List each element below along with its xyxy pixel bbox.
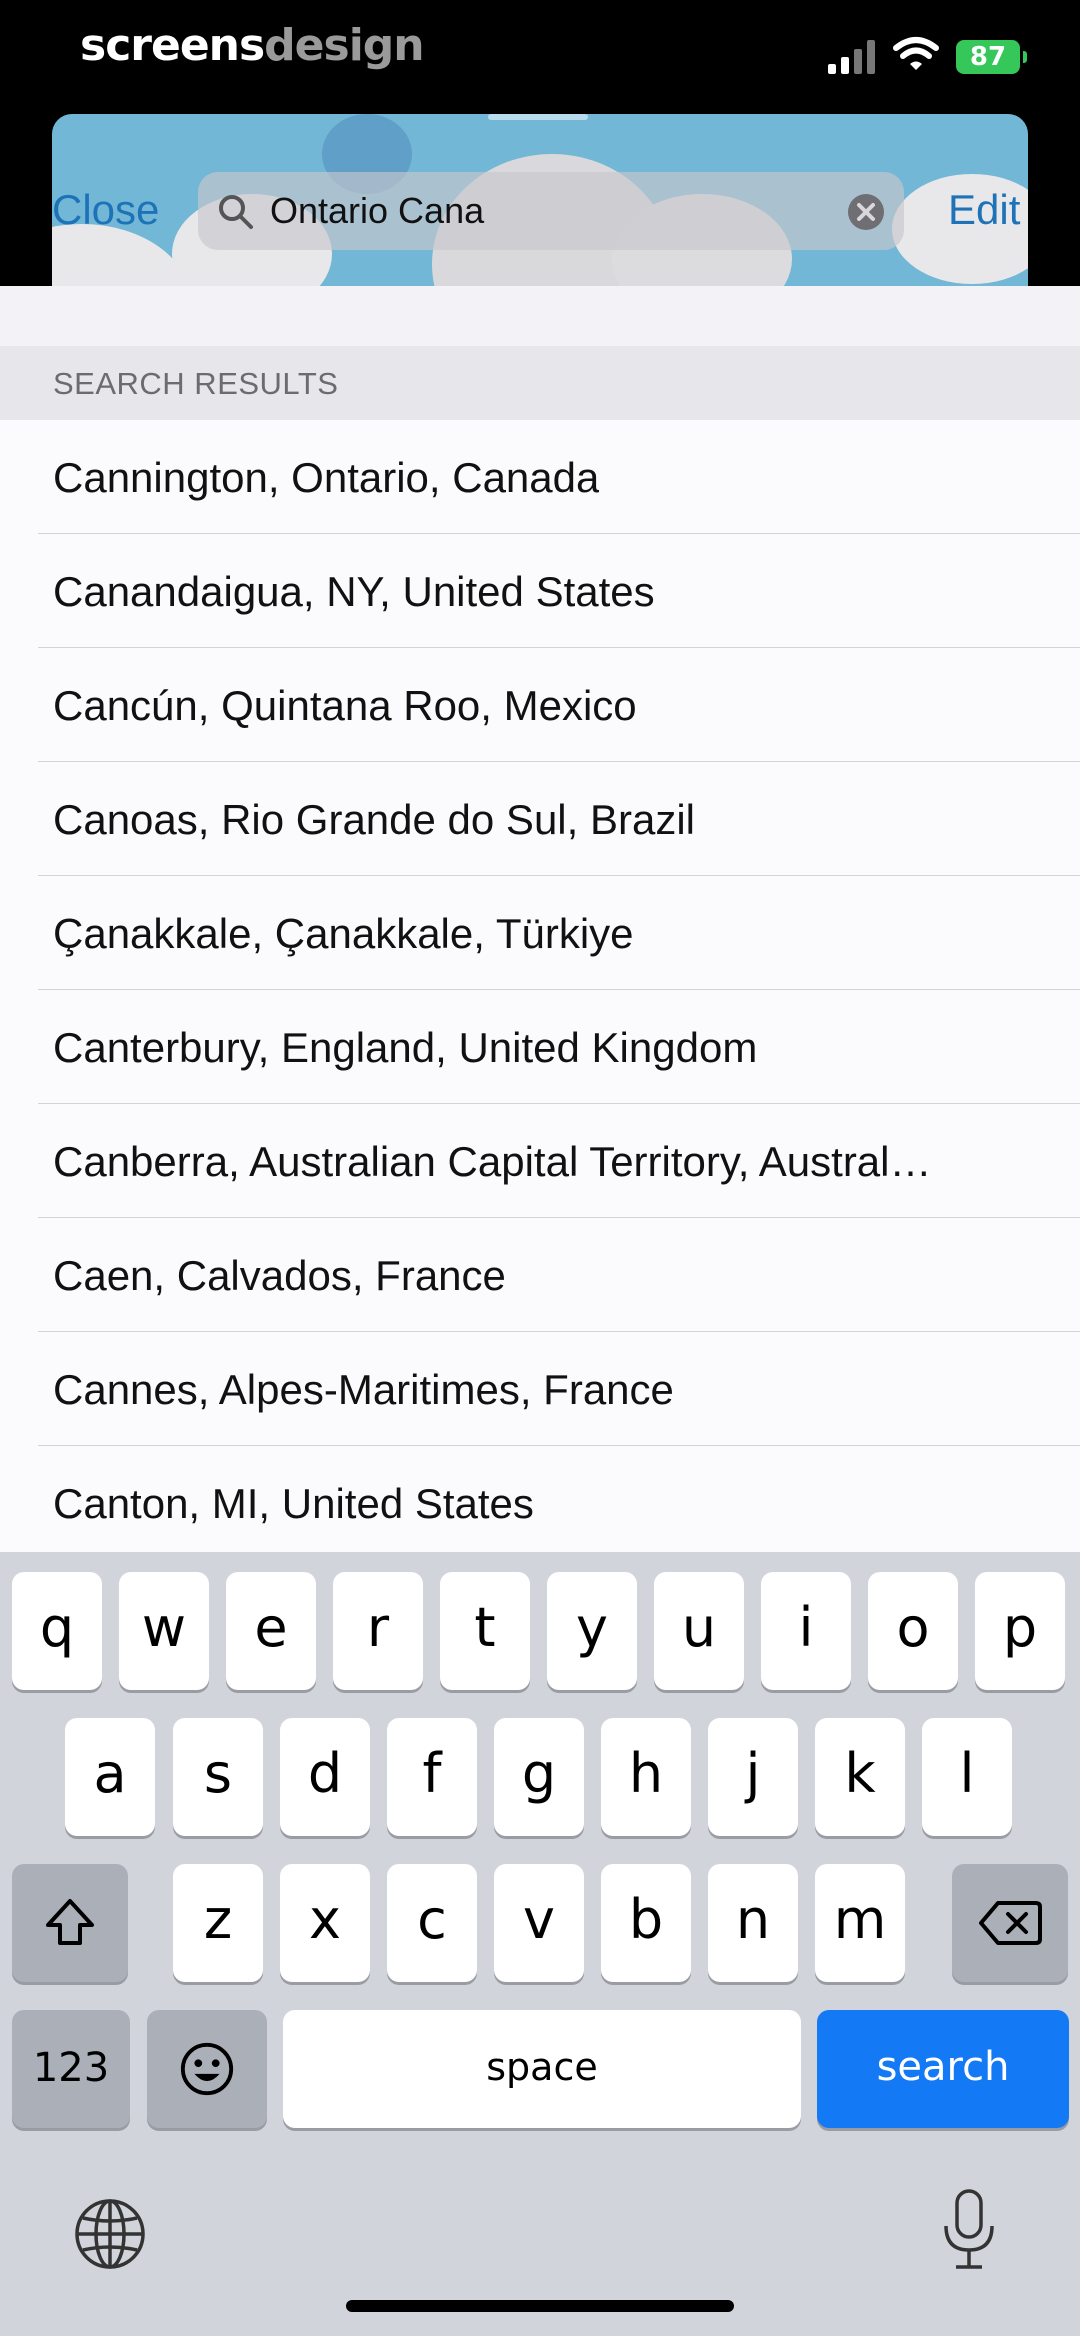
shift-key[interactable] bbox=[12, 1864, 128, 1982]
result-label: Canandaigua, NY, United States bbox=[53, 568, 655, 615]
result-label: Cancún, Quintana Roo, Mexico bbox=[53, 682, 637, 729]
battery-indicator: 87 bbox=[956, 40, 1027, 74]
key-x[interactable]: x bbox=[280, 1864, 370, 1982]
sheet-grabber[interactable] bbox=[488, 114, 588, 120]
search-results-list: SEARCH RESULTS Cannington, Ontario, Cana… bbox=[0, 286, 1080, 1552]
key-w[interactable]: w bbox=[119, 1572, 209, 1690]
status-bar: screensdesign 87 bbox=[0, 0, 1080, 100]
cellular-signal-icon bbox=[828, 40, 875, 74]
emoji-icon bbox=[180, 2042, 234, 2096]
brand-part-screens: screens bbox=[80, 20, 265, 71]
key-h[interactable]: h bbox=[601, 1718, 691, 1836]
search-field[interactable]: Ontario Cana bbox=[198, 172, 904, 250]
emoji-key[interactable] bbox=[147, 2010, 267, 2128]
result-row[interactable]: Canton, MI, United States bbox=[0, 1446, 1080, 1552]
key-g[interactable]: g bbox=[494, 1718, 584, 1836]
key-m[interactable]: m bbox=[815, 1864, 905, 1982]
results-container: Cannington, Ontario, Canada Canandaigua,… bbox=[0, 420, 1080, 1552]
numbers-key[interactable]: 123 bbox=[12, 2010, 130, 2128]
result-label: Caen, Calvados, France bbox=[53, 1252, 506, 1299]
key-s[interactable]: s bbox=[173, 1718, 263, 1836]
clear-search-icon[interactable] bbox=[846, 192, 886, 232]
search-key[interactable]: search bbox=[817, 2010, 1069, 2128]
section-header: SEARCH RESULTS bbox=[0, 346, 1080, 420]
result-label: Cannes, Alpes-Maritimes, France bbox=[53, 1366, 674, 1413]
microphone-icon[interactable] bbox=[940, 2188, 998, 2272]
result-label: Canterbury, England, United Kingdom bbox=[53, 1024, 758, 1071]
key-b[interactable]: b bbox=[601, 1864, 691, 1982]
result-label: Canton, MI, United States bbox=[53, 1480, 534, 1527]
wifi-icon bbox=[893, 37, 939, 70]
delete-key[interactable] bbox=[952, 1864, 1068, 1982]
key-p[interactable]: p bbox=[975, 1572, 1065, 1690]
result-label: Çanakkale, Çanakkale, Türkiye bbox=[53, 910, 634, 957]
result-label: Canoas, Rio Grande do Sul, Brazil bbox=[53, 796, 695, 843]
result-row[interactable]: Cannes, Alpes-Maritimes, France bbox=[0, 1332, 1080, 1446]
key-t[interactable]: t bbox=[440, 1572, 530, 1690]
result-label: Cannington, Ontario, Canada bbox=[53, 454, 600, 501]
home-indicator[interactable] bbox=[346, 2300, 734, 2312]
keyboard: q w e r t y u i o p a s d f g h j k l z … bbox=[0, 1552, 1080, 2336]
result-row[interactable]: Çanakkale, Çanakkale, Türkiye bbox=[0, 876, 1080, 990]
close-button[interactable]: Close bbox=[52, 186, 159, 234]
key-c[interactable]: c bbox=[387, 1864, 477, 1982]
key-k[interactable]: k bbox=[815, 1718, 905, 1836]
result-row[interactable]: Canandaigua, NY, United States bbox=[0, 534, 1080, 648]
key-n[interactable]: n bbox=[708, 1864, 798, 1982]
key-y[interactable]: y bbox=[547, 1572, 637, 1690]
edit-button[interactable]: Edit bbox=[948, 186, 1020, 234]
key-q[interactable]: q bbox=[12, 1572, 102, 1690]
key-z[interactable]: z bbox=[173, 1864, 263, 1982]
battery-level: 87 bbox=[969, 42, 1007, 72]
key-e[interactable]: e bbox=[226, 1572, 316, 1690]
result-row[interactable]: Canoas, Rio Grande do Sul, Brazil bbox=[0, 762, 1080, 876]
key-i[interactable]: i bbox=[761, 1572, 851, 1690]
result-label: Canberra, Australian Capital Territory, … bbox=[53, 1138, 932, 1185]
space-key[interactable]: space bbox=[283, 2010, 801, 2128]
brand-part-design: design bbox=[264, 20, 424, 71]
key-v[interactable]: v bbox=[494, 1864, 584, 1982]
key-u[interactable]: u bbox=[654, 1572, 744, 1690]
result-row[interactable]: Canterbury, England, United Kingdom bbox=[0, 990, 1080, 1104]
shift-icon bbox=[46, 1899, 94, 1945]
search-icon bbox=[219, 195, 253, 229]
result-row[interactable]: Caen, Calvados, France bbox=[0, 1218, 1080, 1332]
search-input[interactable]: Ontario Cana bbox=[270, 190, 484, 232]
key-f[interactable]: f bbox=[387, 1718, 477, 1836]
key-d[interactable]: d bbox=[280, 1718, 370, 1836]
key-j[interactable]: j bbox=[708, 1718, 798, 1836]
result-row[interactable]: Canberra, Australian Capital Territory, … bbox=[0, 1104, 1080, 1218]
backspace-icon bbox=[979, 1901, 1042, 1945]
key-l[interactable]: l bbox=[922, 1718, 1012, 1836]
key-a[interactable]: a bbox=[65, 1718, 155, 1836]
key-o[interactable]: o bbox=[868, 1572, 958, 1690]
globe-icon[interactable] bbox=[72, 2196, 148, 2272]
result-row[interactable]: Cannington, Ontario, Canada bbox=[0, 420, 1080, 534]
result-row[interactable]: Cancún, Quintana Roo, Mexico bbox=[0, 648, 1080, 762]
key-r[interactable]: r bbox=[333, 1572, 423, 1690]
section-title: SEARCH RESULTS bbox=[53, 366, 339, 401]
brand-logo: screensdesign bbox=[80, 20, 425, 71]
